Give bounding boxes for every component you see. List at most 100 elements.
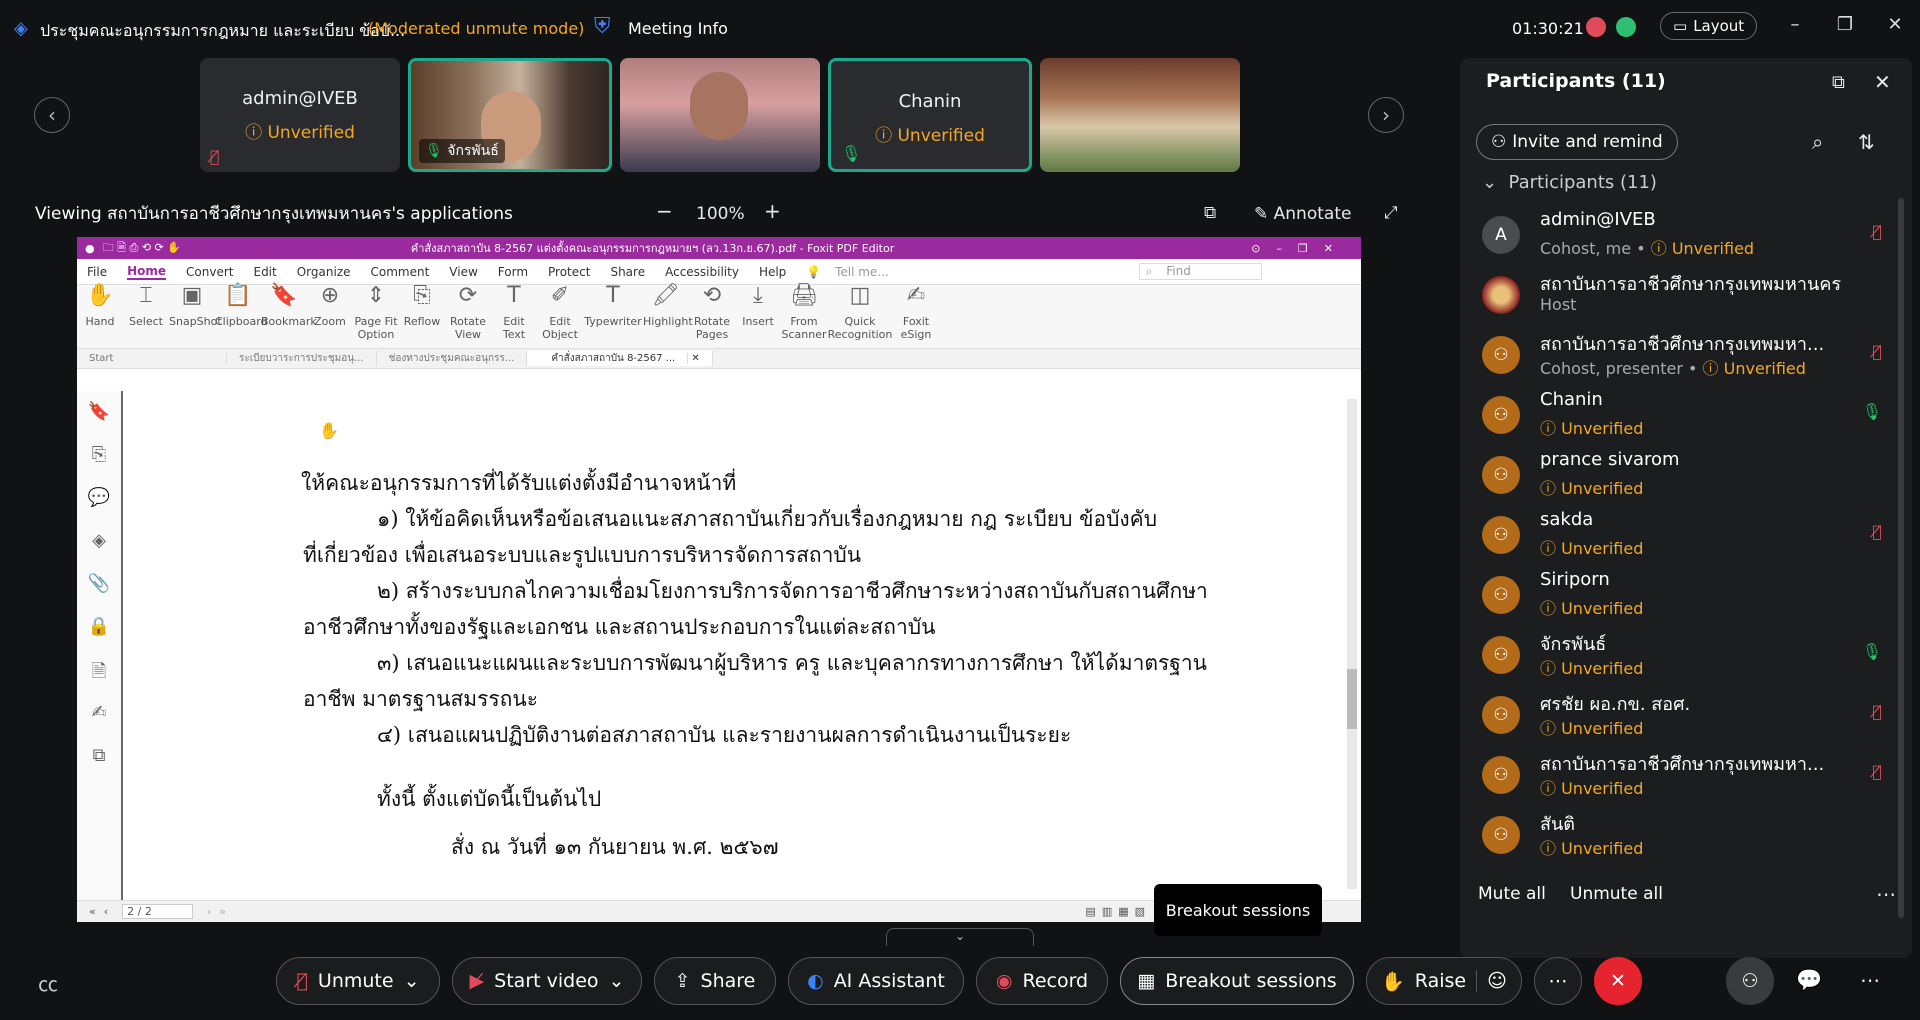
tool-rotate-pages[interactable]: ⟲ Rotate Pages [689,285,735,342]
invite-and-remind-button[interactable]: ⚇ Invite and remind [1476,124,1678,160]
menu-file[interactable]: File [87,265,107,279]
menu-view[interactable]: View [449,265,477,279]
page-layout-icons[interactable]: ▤▥▦▧ [1085,905,1151,918]
fullscreen-icon[interactable]: ⤢ [1384,203,1398,223]
participant-row[interactable]: ⚇ Siriporn ⓘ Unverified [1472,566,1900,624]
scroll-thumb[interactable] [1347,669,1357,729]
menu-protect[interactable]: Protect [548,265,590,279]
remote-control-icon[interactable]: ⧉ [1204,203,1216,223]
tool-rotate-view[interactable]: ⟳ Rotate View [445,285,491,342]
tool-clipboard[interactable]: 📋 Clipboard [215,285,268,329]
share-button[interactable]: ⇪ Share [654,957,776,1005]
strip-prev-button[interactable]: ‹ [34,97,70,133]
participants-toggle-button[interactable]: ⚇ [1726,957,1774,1005]
start-video-button[interactable]: ▶̸ Start video ⌄ [452,957,642,1005]
signature-panel-icon[interactable]: ✍ [77,692,121,735]
menu-comment[interactable]: Comment [371,265,430,279]
security-panel-icon[interactable]: 🔒 [77,606,121,649]
pdf-vertical-scrollbar[interactable] [1347,399,1357,889]
participant-row[interactable]: ⚇ สถาบันการอาชีวศึกษากรุงเทพมหา... ⓘ Unver… [1472,746,1900,804]
popout-icon[interactable]: ⧉ [1832,72,1845,93]
tool-select[interactable]: ⌶ Select [123,285,169,329]
ai-assistant-button[interactable]: ◐ AI Assistant [788,957,964,1005]
participant-row[interactable]: ⚇ prance sivarom ⓘ Unverified [1472,446,1900,504]
mic-muted-icon[interactable]: 🎙̸ [1872,762,1882,781]
tool-hand[interactable]: ✋ Hand [77,285,123,329]
zoom-out-icon[interactable]: − [656,199,673,223]
participant-row[interactable]: Aadmin@IVEB Cohost, me • ⓘ Unverified 🎙̸ [1472,206,1900,264]
menu-organize[interactable]: Organize [297,265,351,279]
tool-reflow[interactable]: ⎘ Reflow [399,285,445,329]
tab-current-doc[interactable]: คำสั่งสภาสถาบัน 8-2567 ... ✕ [527,351,713,366]
mute-all-button[interactable]: Mute all [1478,884,1546,904]
menu-accessibility[interactable]: Accessibility [665,265,739,279]
unmute-all-button[interactable]: Unmute all [1570,884,1663,904]
menu-convert[interactable]: Convert [186,265,233,279]
mic-muted-icon[interactable]: 🎙̸ [1872,222,1882,241]
more-options-icon[interactable]: ⋯ [1876,882,1896,906]
tool-edit-text[interactable]: T Edit Text [491,285,537,342]
participants-section-header[interactable]: ⌄ Participants (11) [1482,172,1657,193]
participant-row[interactable]: ⚇ สันติ ⓘ Unverified [1472,806,1900,864]
raise-button[interactable]: ✋ Raise ☺ [1366,957,1522,1005]
tool-insert[interactable]: ⤓ Insert [735,285,781,329]
tool-edit-object[interactable]: ✐ Edit Object [537,285,583,342]
menu-form[interactable]: Form [498,265,528,279]
tool-foxit-esign[interactable]: ✍ Foxit eSign [893,285,939,342]
menu-home[interactable]: Home [127,264,167,280]
menu-edit[interactable]: Edit [253,265,276,279]
tab-start[interactable]: Start [77,353,227,364]
tool-snapshot[interactable]: ▣ SnapShot [169,285,222,329]
menu-share[interactable]: Share [610,265,645,279]
record-button[interactable]: ◉ Record [976,957,1108,1005]
mic-muted-icon[interactable]: 🎙̸ [1872,342,1882,361]
mic-on-icon[interactable]: 🎙 [1862,642,1882,661]
page-nav-first-prev[interactable]: «‹ [89,905,116,918]
attachments-panel-icon[interactable]: 📎 [77,563,121,606]
unmute-button[interactable]: 🎙̸ Unmute ⌄ [276,957,440,1005]
video-tile-admin[interactable]: admin@IVEB ⓘ Unverified 🎙̸ [200,58,400,172]
search-icon[interactable]: ⌕ [1812,130,1823,154]
compare-panel-icon[interactable]: ⧉ [77,735,121,778]
find-field[interactable]: ⌕ Find [1138,263,1262,280]
captions-icon[interactable]: ㏄ [38,968,58,997]
meeting-info-button[interactable]: Meeting Info [628,19,728,38]
tell-me-field[interactable]: 💡 Tell me... [806,265,898,279]
tool-bookmark[interactable]: 🔖 Bookmark [261,285,317,329]
tab-channel[interactable]: ช่องทางประชุมคณะอนุกรร... [377,351,528,366]
tool-typewriter[interactable]: T Typewriter [583,285,643,329]
restore-icon[interactable]: ❐ [1822,14,1868,35]
participant-row[interactable]: ⚇ จักรพันธ์ ⓘ Unverified 🎙 [1472,626,1900,684]
page-nav-next-last[interactable]: ›» [207,905,234,918]
more-options-button[interactable]: ⋯ [1534,957,1582,1005]
chat-icon[interactable]: 💬 [1796,968,1822,993]
leave-meeting-button[interactable]: ✕ [1594,957,1642,1005]
tool-highlight[interactable]: 🖍 Highlight [643,285,693,329]
breakout-sessions-button[interactable]: ▦ Breakout sessions [1120,957,1354,1005]
tool-quick-recognition[interactable]: ◫ Quick Recognition [827,285,893,342]
mic-muted-icon[interactable]: 🎙̸ [1872,702,1882,721]
strip-next-button[interactable]: › [1368,97,1404,133]
page-number-field[interactable]: 2 / 2 [122,904,193,919]
mic-on-icon[interactable]: 🎙 [1862,402,1882,421]
video-tile-room[interactable] [1040,58,1240,172]
content-panel-icon[interactable]: 🗎 [77,649,121,692]
collapse-toolbar-handle[interactable]: ⌄ [886,928,1034,946]
participant-row[interactable]: ⚇ Chanin ⓘ Unverified 🎙 [1472,386,1900,444]
pages-panel-icon[interactable]: ⎘ [77,434,121,477]
zoom-in-icon[interactable]: + [764,199,781,223]
close-panel-icon[interactable]: ✕ [1874,70,1891,94]
menu-help[interactable]: Help [759,265,786,279]
layers-panel-icon[interactable]: ◈ [77,520,121,563]
tab-agenda[interactable]: ระเบียบวาระการประชุมอนุ... [227,351,377,366]
tool-zoom[interactable]: ⊕ Zoom [307,285,353,329]
video-tile-jakkaphan[interactable]: 🎙 จักรพันธ์ [408,58,612,172]
participant-row[interactable]: สถาบันการอาชีวศึกษากรุงเทพมหานคร Host [1472,266,1900,324]
tool-page-fit[interactable]: ⇕ Page Fit Option [353,285,399,342]
participant-row[interactable]: ⚇ sakda ⓘ Unverified 🎙̸ [1472,506,1900,564]
close-window-icon[interactable]: ✕ [1872,14,1918,35]
mic-muted-icon[interactable]: 🎙̸ [1872,522,1882,541]
more-apps-icon[interactable]: ⋯ [1860,968,1880,992]
reactions-icon[interactable]: ☺ [1476,970,1507,992]
video-tile-3[interactable] [620,58,820,172]
